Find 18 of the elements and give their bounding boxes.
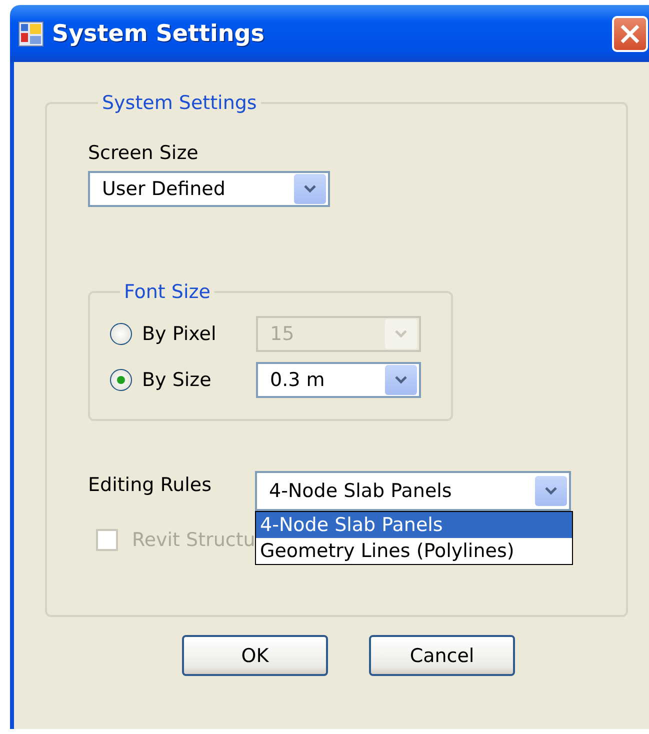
dialog-button[interactable]: OK — [182, 635, 328, 676]
radio-button[interactable] — [110, 369, 132, 391]
dialog-button[interactable]: Cancel — [369, 635, 515, 676]
checkbox-label: Revit Structu — [132, 529, 256, 551]
dropdown-option[interactable]: Geometry Lines (Polylines) — [256, 538, 572, 564]
app-icon — [18, 20, 44, 46]
close-button[interactable] — [612, 16, 648, 52]
screen-size-dropdown[interactable]: User Defined — [88, 171, 330, 207]
group-title: Font Size — [123, 281, 212, 303]
size-dropdown[interactable]: 0.3 m — [256, 362, 421, 398]
dropdown-option[interactable]: 4-Node Slab Panels — [256, 512, 572, 538]
close-icon — [619, 22, 641, 44]
group-title: System Settings — [101, 92, 258, 114]
radio-label: By Size — [142, 369, 212, 391]
window-title: System Settings — [52, 20, 264, 46]
field-label: Screen Size — [88, 142, 200, 164]
radio-label: By Pixel — [142, 323, 218, 345]
field-label: Editing Rules — [88, 474, 212, 496]
